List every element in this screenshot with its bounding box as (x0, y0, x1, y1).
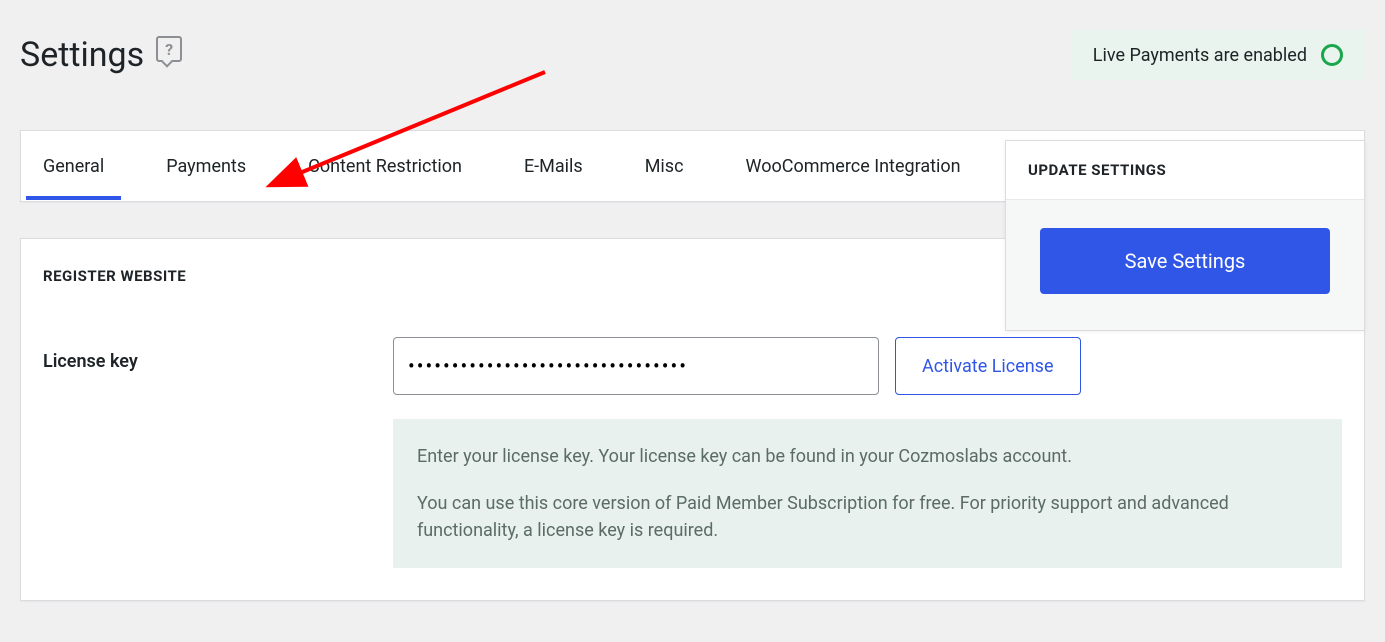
help-icon[interactable]: ? (156, 36, 182, 62)
activate-license-button[interactable]: Activate License (895, 337, 1081, 395)
tab-payments[interactable]: Payments (164, 134, 248, 199)
license-help-box: Enter your license key. Your license key… (393, 419, 1342, 568)
license-key-label: License key (43, 337, 373, 372)
tab-woocommerce[interactable]: WooCommerce Integration (744, 134, 963, 199)
license-key-input[interactable] (393, 337, 879, 395)
tab-emails[interactable]: E-Mails (522, 134, 585, 199)
license-help-line-1: Enter your license key. Your license key… (417, 443, 1318, 470)
update-settings-title: UPDATE SETTINGS (1006, 141, 1364, 200)
tab-misc[interactable]: Misc (643, 134, 686, 199)
license-help-line-2: You can use this core version of Paid Me… (417, 490, 1318, 544)
tab-content-restriction[interactable]: Content Restriction (306, 134, 464, 199)
status-circle-icon (1321, 44, 1343, 66)
status-badge: Live Payments are enabled (1071, 30, 1365, 80)
save-settings-button[interactable]: Save Settings (1040, 228, 1330, 294)
page-title: Settings (20, 35, 144, 75)
update-settings-panel: UPDATE SETTINGS Save Settings (1005, 140, 1365, 331)
tab-general[interactable]: General (41, 134, 106, 199)
status-text: Live Payments are enabled (1093, 45, 1307, 66)
